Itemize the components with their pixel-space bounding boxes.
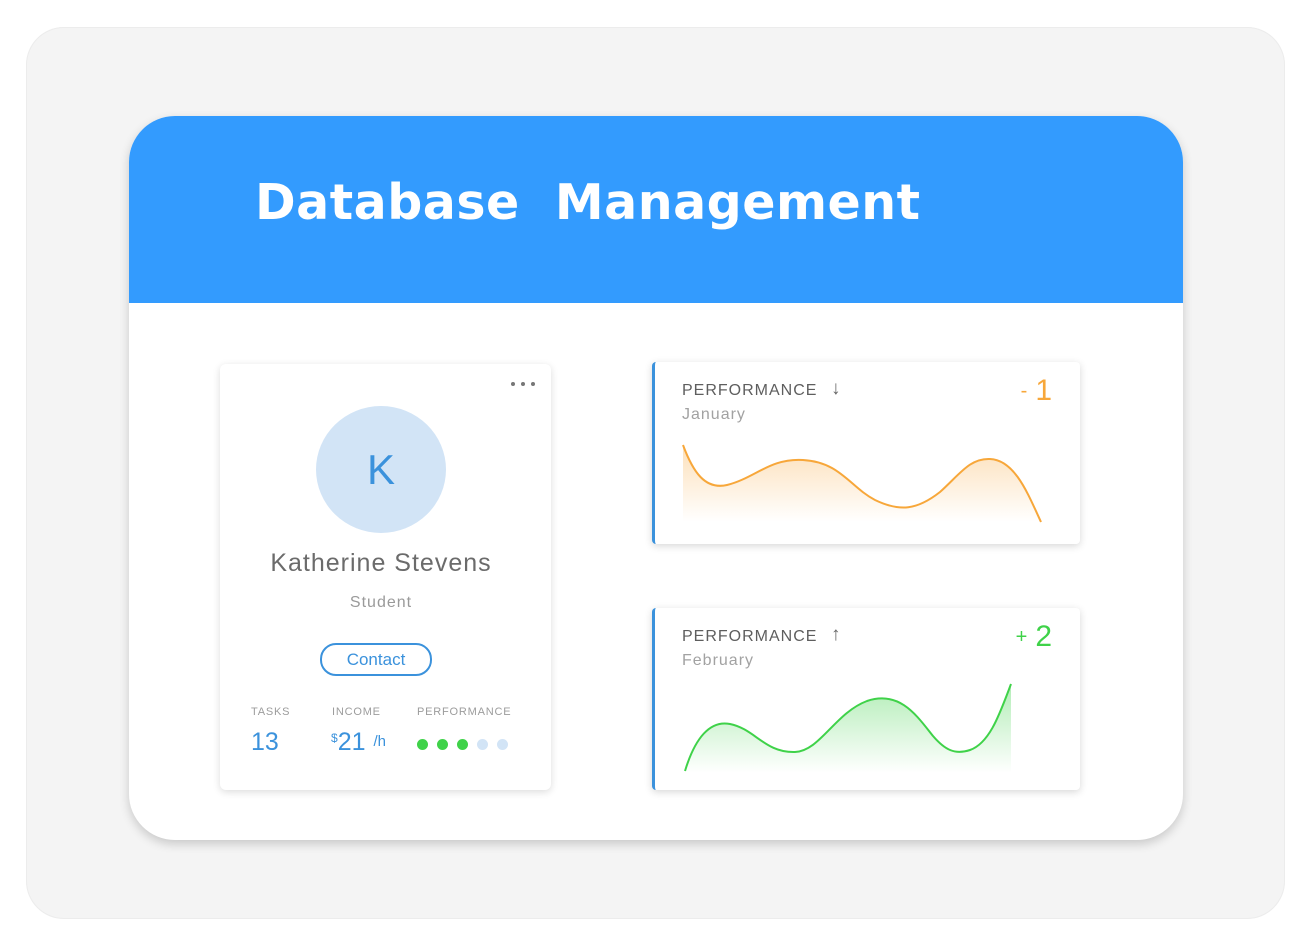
chart-area bbox=[683, 445, 1041, 522]
profile-name: Katherine Stevens bbox=[270, 549, 492, 577]
performance-chart-february bbox=[684, 683, 1012, 773]
performance-label: PERFORMANCE bbox=[417, 706, 512, 718]
performance-card-january: PERFORMANCE ↓ January -1 bbox=[652, 362, 1080, 544]
more-options-icon[interactable] bbox=[511, 382, 535, 388]
tasks-value: 13 bbox=[251, 728, 279, 756]
income-label: INCOME bbox=[332, 706, 381, 718]
performance-chart-january bbox=[682, 444, 1042, 523]
performance-dot bbox=[437, 739, 448, 750]
chart-area bbox=[685, 684, 1011, 773]
income-currency: $ bbox=[331, 731, 338, 745]
dashboard-card: Database Management K Katherine Stevens … bbox=[129, 116, 1183, 840]
performance-rating bbox=[417, 739, 508, 750]
performance-dot bbox=[417, 739, 428, 750]
profile-role: Student bbox=[349, 594, 413, 611]
income-value-group: $21/h bbox=[331, 728, 386, 757]
income-unit: /h bbox=[373, 733, 387, 750]
avatar-letter: K bbox=[366, 445, 395, 493]
performance-card-february: PERFORMANCE ↑ February +2 bbox=[652, 608, 1080, 790]
profile-card: K Katherine Stevens Student Contact TASK… bbox=[220, 364, 551, 790]
page-title: Database Management bbox=[255, 174, 921, 231]
header-banner: Database Management bbox=[129, 116, 1183, 303]
performance-dot bbox=[497, 739, 508, 750]
performance-dot bbox=[457, 739, 468, 750]
income-value: 21 bbox=[337, 728, 366, 756]
performance-dot bbox=[477, 739, 488, 750]
tasks-label: TASKS bbox=[251, 706, 291, 718]
avatar: K bbox=[316, 406, 446, 533]
contact-button[interactable]: Contact bbox=[320, 643, 432, 676]
